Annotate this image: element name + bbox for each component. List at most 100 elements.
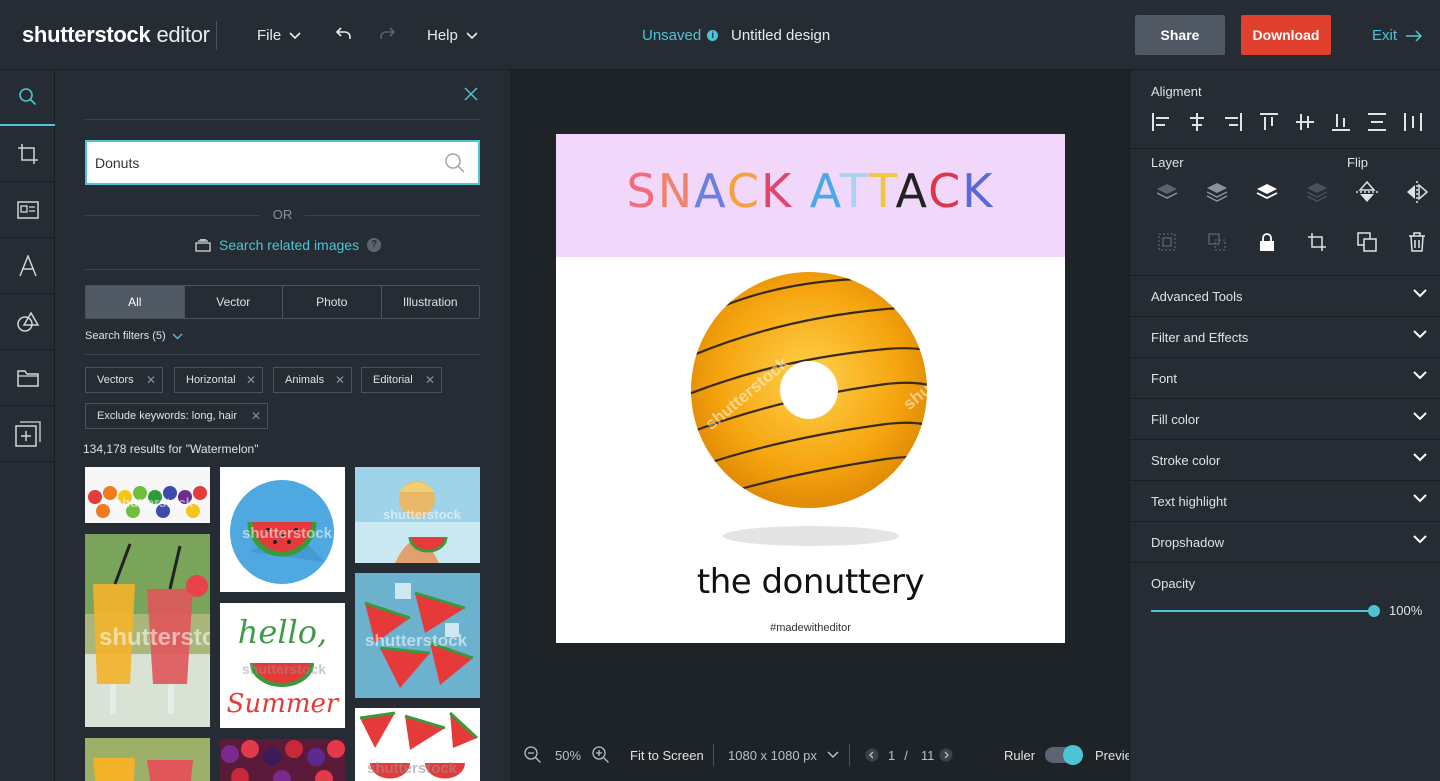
filter-chip[interactable]: Editorial ✕ — [361, 367, 442, 393]
lock-button[interactable] — [1242, 227, 1292, 257]
rail-search[interactable] — [0, 70, 55, 126]
section-dropshadow[interactable]: Dropshadow — [1130, 521, 1440, 562]
undo-button[interactable] — [335, 25, 353, 48]
chevron-down-icon — [289, 31, 301, 39]
bring-forward-button[interactable] — [1242, 177, 1292, 207]
tab-vector[interactable]: Vector — [185, 286, 283, 318]
ungroup-button[interactable] — [1192, 227, 1242, 257]
rail-text[interactable] — [0, 238, 55, 294]
filter-chip[interactable]: Vectors ✕ — [85, 367, 163, 393]
result-thumbnail[interactable]: shutterstock — [355, 708, 480, 781]
remove-chip-icon[interactable]: ✕ — [146, 374, 156, 386]
result-thumbnail[interactable]: shutterstock — [85, 534, 210, 727]
help-icon[interactable]: ? — [367, 238, 382, 252]
share-button[interactable]: Share — [1135, 15, 1225, 55]
or-label: OR — [272, 207, 293, 222]
group-button[interactable] — [1142, 227, 1192, 257]
fit-to-screen-button[interactable]: Fit to Screen — [630, 735, 704, 775]
result-thumbnail[interactable]: shutterstock — [355, 467, 480, 563]
tagline-text[interactable]: the donuttery — [556, 562, 1065, 602]
document-title[interactable]: Untitled design — [731, 27, 830, 44]
tab-illustration[interactable]: Illustration — [382, 286, 480, 318]
close-panel-button[interactable] — [464, 87, 478, 106]
filter-chip[interactable]: Animals ✕ — [273, 367, 352, 393]
preview-label[interactable]: Previe — [1095, 735, 1132, 775]
remove-chip-icon[interactable]: ✕ — [251, 410, 261, 422]
redo-button[interactable] — [378, 25, 396, 48]
bring-to-front-icon — [1306, 183, 1328, 202]
result-thumbnail[interactable]: shutterstock — [220, 467, 345, 592]
send-backward-button[interactable] — [1192, 177, 1242, 207]
align-bottom-button[interactable] — [1323, 107, 1359, 137]
search-field[interactable] — [85, 140, 480, 185]
search-input[interactable] — [95, 154, 435, 171]
section-stroke-color[interactable]: Stroke color — [1130, 439, 1440, 480]
section-advanced-tools[interactable]: Advanced Tools — [1130, 275, 1440, 316]
result-thumbnail[interactable]: shutterstock — [355, 573, 480, 698]
chevron-down-icon — [1413, 412, 1427, 421]
canvas-size-select[interactable]: 1080 x 1080 px — [728, 735, 839, 775]
chevron-down-icon — [1413, 453, 1427, 462]
zoom-out-button[interactable] — [524, 735, 542, 775]
hashtag-text[interactable]: #madewitheditor — [556, 622, 1065, 634]
zoom-in-button[interactable] — [592, 735, 610, 775]
layout-icon — [16, 200, 39, 219]
send-to-back-button[interactable] — [1142, 177, 1192, 207]
search-related-link[interactable]: Search related images ? — [195, 237, 382, 253]
result-thumbnail[interactable] — [220, 739, 345, 781]
lock-icon — [1260, 233, 1274, 251]
design-artboard[interactable]: SNACK ATTACK shutterstock shutterstock t… — [556, 134, 1065, 643]
align-middle-button[interactable] — [1287, 107, 1323, 137]
align-right-button[interactable] — [1215, 107, 1251, 137]
file-menu[interactable]: File — [257, 27, 301, 44]
rail-layout[interactable] — [0, 182, 55, 238]
tab-all[interactable]: All — [86, 286, 185, 318]
distribute-vertical-button[interactable] — [1359, 107, 1395, 137]
section-fill-color[interactable]: Fill color — [1130, 398, 1440, 439]
search-filters-toggle[interactable]: Search filters (5) — [85, 330, 183, 342]
result-thumbnail[interactable]: shutterstock — [85, 467, 210, 523]
align-center-button[interactable] — [1179, 107, 1215, 137]
rail-crop[interactable] — [0, 126, 55, 182]
zoom-in-icon — [592, 746, 609, 763]
previous-page-button[interactable] — [865, 735, 879, 775]
zoom-out-icon — [524, 746, 541, 763]
search-icon[interactable] — [444, 152, 466, 174]
align-left-button[interactable] — [1143, 107, 1179, 137]
result-thumbnail[interactable]: hello, Summer shutterstock — [220, 603, 345, 728]
section-filter-effects[interactable]: Filter and Effects — [1130, 316, 1440, 357]
distribute-horizontal-button[interactable] — [1395, 107, 1431, 137]
flip-horizontal-button[interactable] — [1392, 177, 1440, 207]
section-font[interactable]: Font — [1130, 357, 1440, 398]
download-button[interactable]: Download — [1241, 15, 1331, 55]
crop-button[interactable] — [1292, 227, 1342, 257]
remove-chip-icon[interactable]: ✕ — [335, 374, 345, 386]
page-indicator: 1 / 11 — [888, 735, 934, 775]
rail-folder[interactable] — [0, 350, 55, 406]
result-thumbnail[interactable] — [85, 738, 210, 781]
search-related-label: Search related images — [219, 237, 360, 253]
duplicate-icon — [1357, 232, 1377, 252]
page-current: 1 — [888, 747, 896, 763]
section-text-highlight[interactable]: Text highlight — [1130, 480, 1440, 521]
flip-vertical-button[interactable] — [1342, 177, 1392, 207]
save-status[interactable]: Unsaved i — [642, 27, 719, 44]
opacity-slider[interactable] — [1151, 610, 1375, 612]
rail-add-page[interactable] — [0, 406, 55, 462]
duplicate-button[interactable] — [1342, 227, 1392, 257]
rail-shapes[interactable] — [0, 294, 55, 350]
ruler-toggle[interactable] — [1045, 735, 1083, 775]
delete-button[interactable] — [1392, 227, 1440, 257]
filter-chip[interactable]: Horizontal ✕ — [174, 367, 263, 393]
help-menu[interactable]: Help — [427, 27, 478, 44]
toggle-switch[interactable] — [1045, 745, 1083, 765]
remove-chip-icon[interactable]: ✕ — [246, 374, 256, 386]
exit-button[interactable]: Exit — [1372, 27, 1423, 44]
filter-chip[interactable]: Exclude keywords: long, hair ✕ — [85, 403, 268, 429]
next-page-button[interactable] — [939, 735, 953, 775]
remove-chip-icon[interactable]: ✕ — [425, 374, 435, 386]
opacity-slider-handle[interactable] — [1368, 605, 1380, 617]
align-top-button[interactable] — [1251, 107, 1287, 137]
bring-to-front-button[interactable] — [1292, 177, 1342, 207]
tab-photo[interactable]: Photo — [283, 286, 382, 318]
